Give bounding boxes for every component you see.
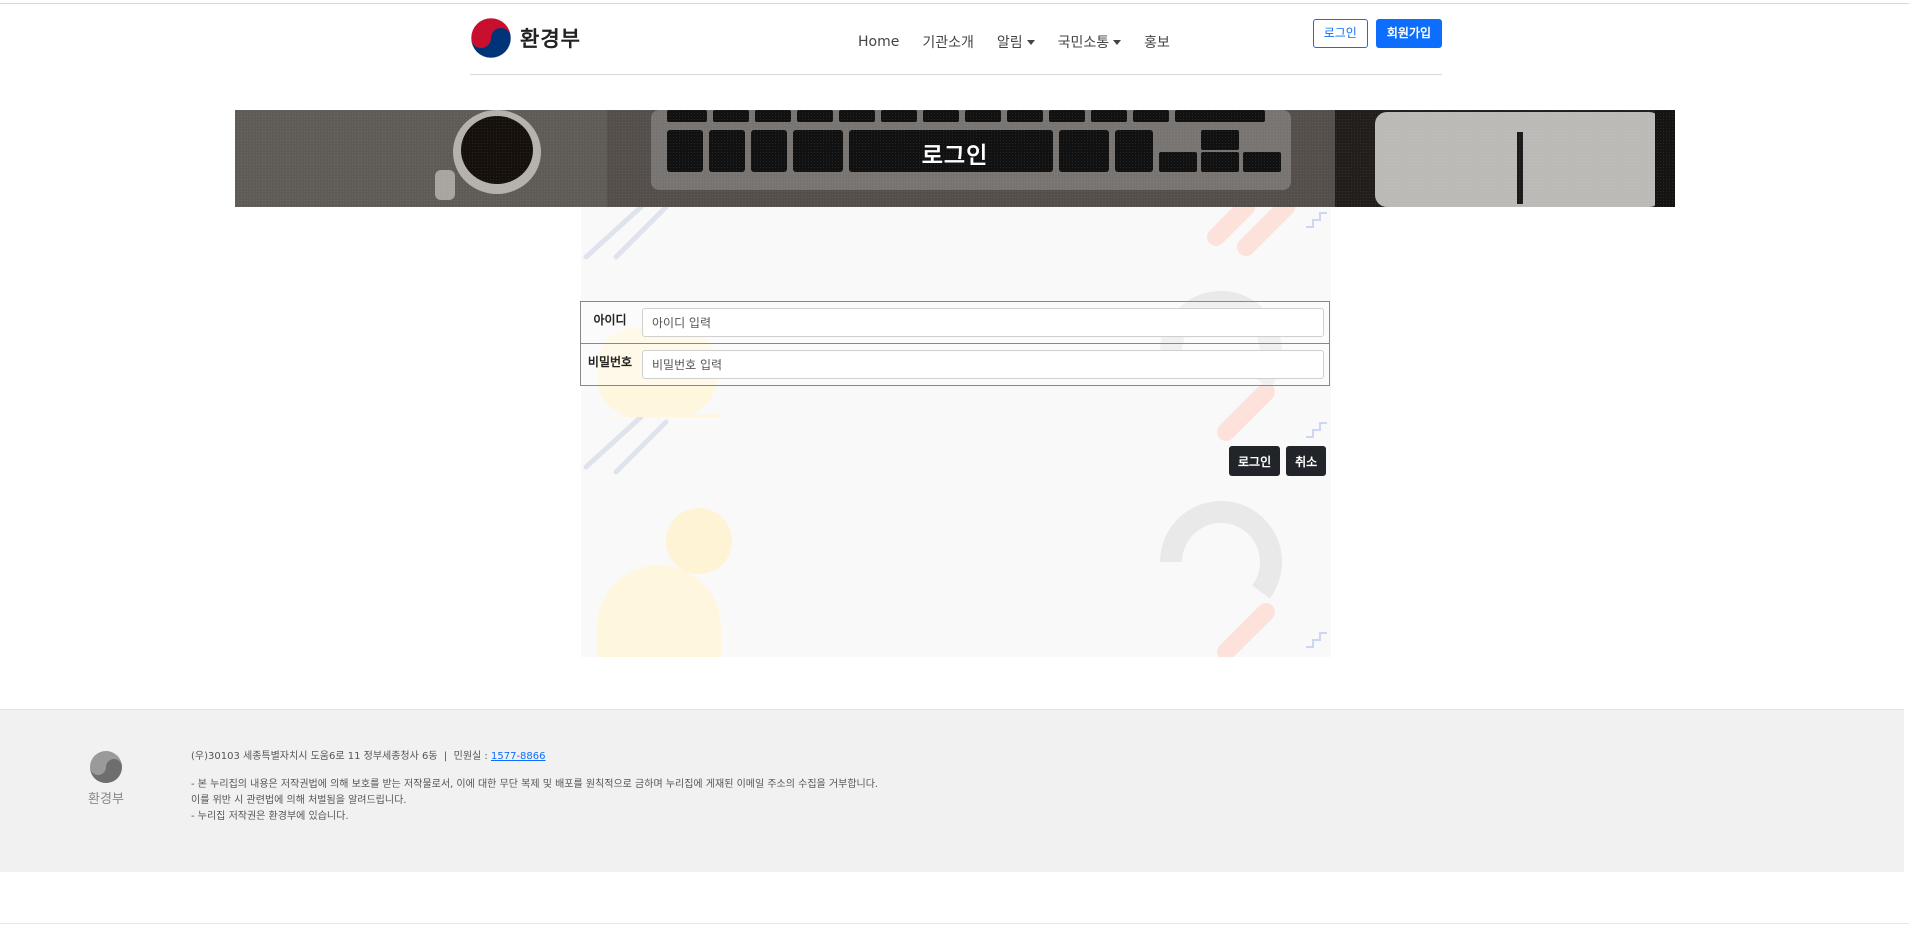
login-background (581, 207, 1331, 657)
site-logo[interactable]: 환경부 (470, 17, 581, 59)
login-button[interactable]: 로그인 (1229, 446, 1281, 476)
nav-item-communication[interactable]: 국민소통 (1058, 32, 1122, 52)
decorative-shapes-image (583, 207, 1327, 657)
footer-logo: 환경부 (84, 750, 128, 807)
bottom-divider (0, 923, 1909, 924)
id-label: 아이디 (593, 313, 627, 327)
caret-down-icon (1026, 39, 1035, 45)
footer-phone-link[interactable]: 1577-8866 (491, 751, 546, 762)
nav-item-label: 국민소통 (1057, 35, 1110, 51)
auth-buttons: 로그인 회원가입 (1312, 19, 1442, 48)
site-footer: 환경부 (우)30103 세종특별자치시 도움6로 11 정부세종청사 6동 |… (0, 709, 1904, 872)
site-logo-text: 환경부 (520, 27, 581, 51)
caret-down-icon (1113, 39, 1122, 45)
nav-item-label: 알림 (996, 35, 1023, 51)
password-row: 비밀번호 (581, 344, 1329, 386)
footer-address-line: (우)30103 세종특별자치시 도움6로 11 정부세종청사 6동 | 민원실… (191, 749, 878, 765)
password-label: 비밀번호 (587, 355, 633, 369)
footer-logo-text: 환경부 (88, 792, 124, 807)
id-row: 아이디 (581, 302, 1329, 344)
form-actions: 로그인 취소 (1229, 446, 1327, 476)
nav-item-home[interactable]: Home (858, 32, 899, 52)
header-login-button[interactable]: 로그인 (1312, 19, 1368, 48)
main-nav: Home 기관소개 알림 국민소통 홍보 (858, 32, 1193, 52)
nav-item-notice[interactable]: 알림 (997, 32, 1035, 52)
page: 환경부 Home 기관소개 알림 국민소통 홍보 로그인 회원가입 로그인 아이… (0, 0, 1909, 925)
password-input[interactable] (642, 350, 1324, 379)
footer-notice-2: 이를 위반 시 관련법에 의해 처벌됨을 알려드립니다. (191, 795, 407, 806)
nav-item-pr[interactable]: 홍보 (1144, 32, 1170, 52)
nav-item-label: 홍보 (1144, 35, 1170, 51)
footer-address: (우)30103 세종특별자치시 도움6로 11 정부세종청사 6동 (191, 751, 438, 762)
id-input[interactable] (642, 308, 1324, 337)
taegeuk-logo-icon (470, 17, 512, 59)
taegeuk-gray-icon (90, 751, 122, 783)
footer-notice-1: - 본 누리집의 내용은 저작권법에 의해 보호를 받는 저작물로서, 이에 대… (191, 779, 879, 790)
login-form: 아이디 비밀번호 (580, 301, 1330, 386)
footer-notice-3: - 누리집 저작권은 환경부에 있습니다. (191, 811, 349, 822)
footer-phone-label: 민원실 : (453, 751, 488, 762)
banner-title: 로그인 (921, 143, 989, 169)
footer-info: (우)30103 세종특별자치시 도움6로 11 정부세종청사 6동 | 민원실… (191, 749, 878, 825)
header-signup-button[interactable]: 회원가입 (1375, 19, 1442, 48)
page-banner: 로그인 (235, 110, 1675, 207)
footer-separator: | (443, 751, 448, 762)
nav-item-label: 기관소개 (922, 35, 974, 51)
nav-item-about[interactable]: 기관소개 (922, 32, 974, 52)
cancel-button[interactable]: 취소 (1286, 446, 1327, 476)
site-header: 환경부 Home 기관소개 알림 국민소통 홍보 로그인 회원가입 (470, 4, 1442, 75)
nav-item-label: Home (858, 34, 900, 50)
